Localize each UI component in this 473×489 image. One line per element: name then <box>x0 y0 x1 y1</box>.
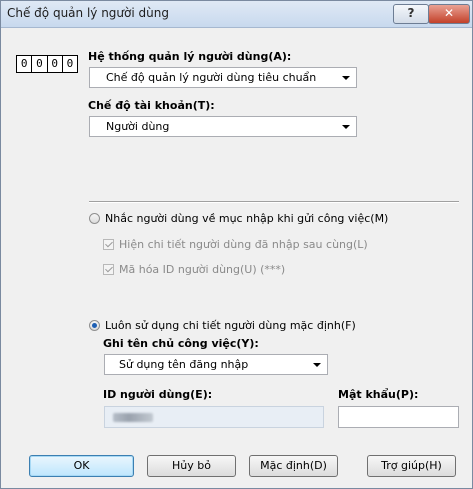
password-field[interactable] <box>338 406 459 428</box>
ok-button[interactable]: OK <box>29 455 134 477</box>
code-digit: 0 <box>17 56 33 72</box>
dialog-window: Chế độ quản lý người dùng ? ✕ 0 0 0 0 Hệ… <box>0 0 473 489</box>
encrypt-user-id-label: Mã hóa ID người dùng(U) (***) <box>119 263 286 276</box>
user-management-system-label: Hệ thống quản lý người dùng(A): <box>88 50 292 63</box>
account-mode-value: Người dùng <box>106 120 170 133</box>
password-label: Mật khẩu(P): <box>338 388 419 401</box>
show-last-details-checkbox[interactable]: Hiện chi tiết người dùng đã nhập sau cùn… <box>103 238 368 251</box>
account-mode-select[interactable]: Người dùng <box>89 116 357 137</box>
radio-off-icon <box>89 213 100 224</box>
job-owner-label: Ghi tên chủ công việc(Y): <box>103 337 259 350</box>
user-management-system-select[interactable]: Chế độ quản lý người dùng tiêu chuẩn <box>89 67 357 88</box>
checkbox-checked-icon <box>103 239 114 250</box>
use-default-details-label: Luôn sử dụng chi tiết người dùng mặc địn… <box>105 319 356 332</box>
encrypt-user-id-checkbox[interactable]: Mã hóa ID người dùng(U) (***) <box>103 263 285 276</box>
user-id-label: ID người dùng(E): <box>103 388 213 401</box>
use-default-details-radio[interactable]: Luôn sử dụng chi tiết người dùng mặc địn… <box>89 319 356 332</box>
prompt-user-radio[interactable]: Nhắc người dùng về mục nhập khi gửi công… <box>89 212 388 225</box>
user-id-field[interactable] <box>104 406 324 428</box>
job-owner-select[interactable]: Sử dụng tên đăng nhập <box>104 354 328 375</box>
prompt-user-label: Nhắc người dùng về mục nhập khi gửi công… <box>105 212 389 225</box>
user-management-system-value: Chế độ quản lý người dùng tiêu chuẩn <box>106 71 317 84</box>
code-digit: 0 <box>48 56 63 72</box>
close-icon[interactable]: ✕ <box>428 4 470 24</box>
job-owner-value: Sử dụng tên đăng nhập <box>119 358 249 371</box>
help-icon[interactable]: ? <box>393 4 429 24</box>
account-mode-label: Chế độ tài khoản(T): <box>88 99 215 112</box>
code-digit: 0 <box>32 56 48 72</box>
radio-on-icon <box>89 320 100 331</box>
code-digit: 0 <box>66 57 74 70</box>
user-id-obscured-value <box>113 413 153 422</box>
separator <box>89 201 459 203</box>
default-button[interactable]: Mặc định(D) <box>249 455 338 477</box>
cancel-button[interactable]: Hủy bỏ <box>147 455 236 477</box>
title-bar[interactable]: Chế độ quản lý người dùng ? ✕ <box>1 1 472 28</box>
chevron-down-icon <box>342 76 350 80</box>
chevron-down-icon <box>313 363 321 367</box>
show-last-details-label: Hiện chi tiết người dùng đã nhập sau cùn… <box>119 238 368 251</box>
window-title: Chế độ quản lý người dùng <box>7 6 169 20</box>
checkbox-checked-icon <box>103 264 114 275</box>
help-button[interactable]: Trợ giúp(H) <box>367 455 456 477</box>
code-sticker: 0 0 0 0 <box>16 55 78 73</box>
chevron-down-icon <box>342 125 350 129</box>
